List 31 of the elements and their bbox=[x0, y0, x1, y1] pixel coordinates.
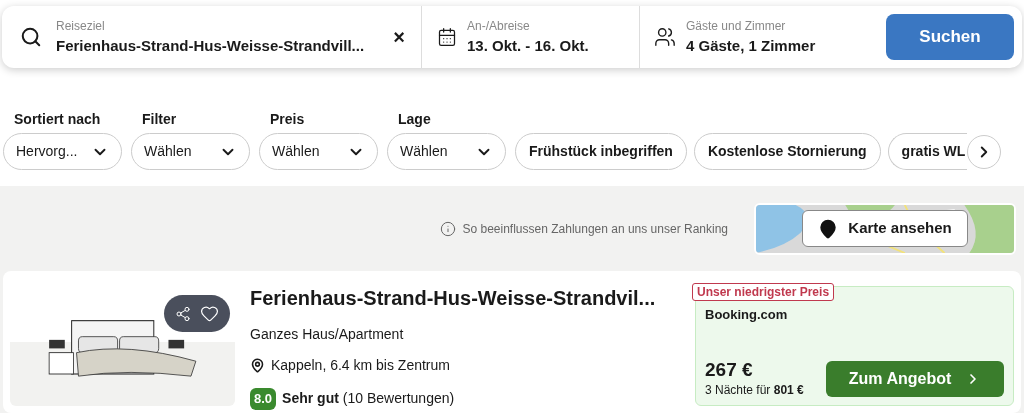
hotel-title[interactable]: Ferienhaus-Strand-Hus-Weisse-Strandvil... bbox=[250, 283, 680, 313]
offer-button[interactable]: Zum Angebot bbox=[826, 361, 1004, 397]
search-button[interactable]: Suchen bbox=[886, 14, 1014, 60]
property-type: Ganzes Haus/Apartment bbox=[250, 325, 405, 344]
total-price: 3 Nächte für 801 € bbox=[705, 382, 804, 399]
review-count: (10 Bewertungen) bbox=[342, 389, 455, 409]
dates-field[interactable]: An-/Abreise 13. Okt. - 16. Okt. bbox=[422, 6, 640, 68]
search-icon bbox=[20, 26, 42, 48]
ranking-note[interactable]: So beeinflussen Zahlungen an uns unser Ranking bbox=[462, 219, 728, 238]
clear-button[interactable]: × bbox=[393, 22, 405, 52]
map-button[interactable]: Karte ansehen bbox=[802, 210, 968, 247]
location-pin-icon bbox=[250, 358, 265, 373]
people-icon bbox=[654, 26, 676, 48]
filter-label: Preis bbox=[269, 110, 306, 129]
provider-name: Booking.com bbox=[705, 306, 789, 324]
map-pin-icon bbox=[818, 218, 839, 239]
destination-field[interactable]: Reiseziel Ferienhaus-Strand-Hus-Weisse-Strandvill... bbox=[56, 16, 386, 58]
filter-label: Sortiert nach bbox=[13, 110, 102, 129]
next-button[interactable] bbox=[967, 134, 1002, 169]
guests-field[interactable]: Gäste und Zimmer 4 Gäste, 1 Zimmer bbox=[640, 6, 886, 68]
filter-label: Filter bbox=[141, 110, 178, 129]
rating-label: Sehr gut bbox=[282, 389, 339, 409]
nightly-price: 267 € bbox=[705, 359, 754, 381]
filter-label: Lage bbox=[397, 110, 432, 129]
info-icon bbox=[440, 220, 457, 237]
location-text: Kappeln, 6.4 km bis Zentrum bbox=[271, 356, 450, 375]
share-icon[interactable] bbox=[174, 305, 191, 322]
heart-icon[interactable] bbox=[200, 304, 220, 323]
lowest-price-badge: Unser niedrigster Preis bbox=[692, 283, 835, 301]
score-badge: 8.0 bbox=[250, 388, 277, 410]
calendar-icon bbox=[437, 27, 457, 47]
